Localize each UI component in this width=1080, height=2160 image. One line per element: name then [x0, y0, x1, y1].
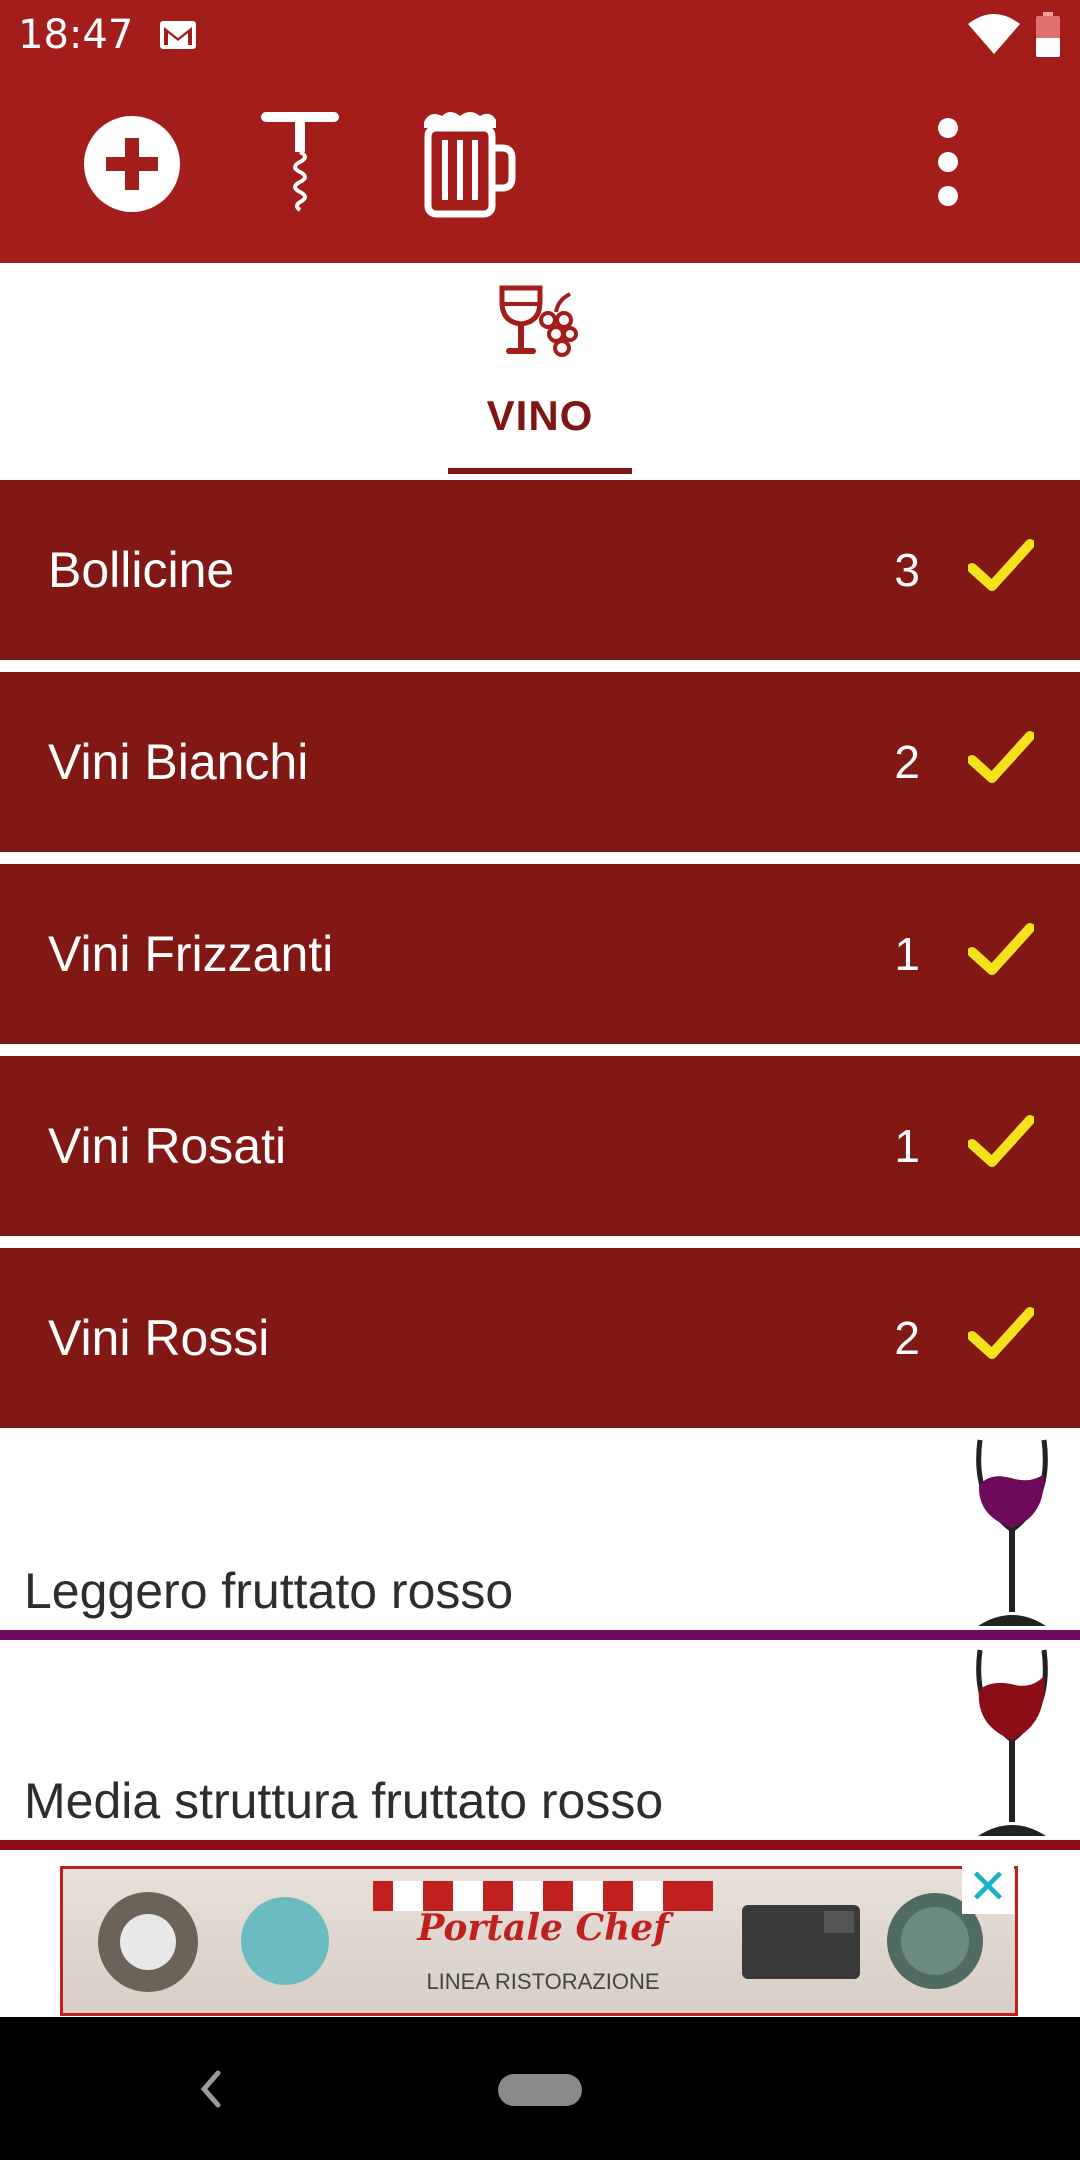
ad-banner[interactable]: Portale Chef LINEA RISTORAZIONE	[0, 1852, 1080, 2017]
plate-icon	[241, 1897, 329, 1985]
category-label: Bollicine	[48, 542, 235, 598]
wine-glass-icon	[976, 1649, 1048, 1836]
tab-vino[interactable]: VINO	[446, 264, 634, 474]
category-row-vini-rosati[interactable]: Vini Rosati 1	[0, 1056, 1080, 1236]
back-icon[interactable]	[190, 2059, 230, 2119]
ad-subtitle: LINEA RISTORAZIONE	[426, 1969, 660, 1994]
wine-style-divider	[0, 1630, 1080, 1640]
category-row-vini-rossi[interactable]: Vini Rossi 2	[0, 1248, 1080, 1428]
tray-icon	[742, 1905, 860, 1979]
add-button[interactable]	[82, 114, 182, 214]
system-nav-bar	[0, 2017, 1080, 2160]
plate-icon	[98, 1892, 198, 1992]
corkscrew-button[interactable]	[255, 108, 345, 218]
wine-glass-icon	[976, 1439, 1048, 1626]
check-icon	[968, 731, 1034, 783]
wine-style-divider	[0, 1840, 1080, 1850]
category-count: 2	[894, 1312, 920, 1364]
ad-brand: Portale Chef	[417, 1907, 669, 1949]
wine-grapes-icon	[499, 285, 578, 357]
category-count: 1	[894, 928, 920, 980]
category-label: Vini Frizzanti	[48, 926, 334, 982]
category-row-bollicine[interactable]: Bollicine 3	[0, 480, 1080, 660]
wine-style-row[interactable]: Media struttura fruttato rosso	[0, 1640, 1080, 1850]
category-label: Vini Bianchi	[48, 734, 309, 790]
beer-button[interactable]	[418, 108, 518, 218]
ad-image[interactable]: Portale Chef LINEA RISTORAZIONE	[60, 1866, 1018, 2016]
status-time: 18:47	[18, 12, 134, 58]
check-icon	[968, 1307, 1034, 1359]
check-icon	[968, 1115, 1034, 1167]
gmail-icon	[160, 21, 196, 49]
plus-circle-icon	[84, 116, 180, 212]
category-label: Vini Rosati	[48, 1118, 287, 1174]
category-row-vini-bianchi[interactable]: Vini Bianchi 2	[0, 672, 1080, 852]
tab-indicator	[448, 468, 632, 474]
category-row-vini-frizzanti[interactable]: Vini Frizzanti 1	[0, 864, 1080, 1044]
more-vert-icon	[938, 118, 958, 206]
wine-style-label: Leggero fruttato rosso	[24, 1563, 514, 1619]
category-count: 2	[894, 736, 920, 788]
corkscrew-icon	[261, 112, 339, 212]
ad-close-button[interactable]: ✕	[962, 1862, 1014, 1914]
home-pill[interactable]	[498, 2074, 582, 2106]
overflow-menu-button[interactable]	[920, 112, 976, 212]
app-toolbar: 18:47	[0, 0, 1080, 263]
check-icon	[968, 539, 1034, 591]
check-icon	[968, 923, 1034, 975]
battery-icon	[1036, 12, 1060, 57]
wine-style-label: Media struttura fruttato rosso	[24, 1773, 664, 1829]
beer-mug-icon	[424, 112, 516, 218]
category-label: Vini Rossi	[48, 1310, 270, 1366]
wifi-icon	[968, 14, 1020, 54]
wine-style-row[interactable]: Leggero fruttato rosso	[0, 1430, 1080, 1640]
tab-label: VINO	[486, 392, 594, 439]
category-count: 3	[894, 544, 920, 596]
category-count: 1	[894, 1120, 920, 1172]
